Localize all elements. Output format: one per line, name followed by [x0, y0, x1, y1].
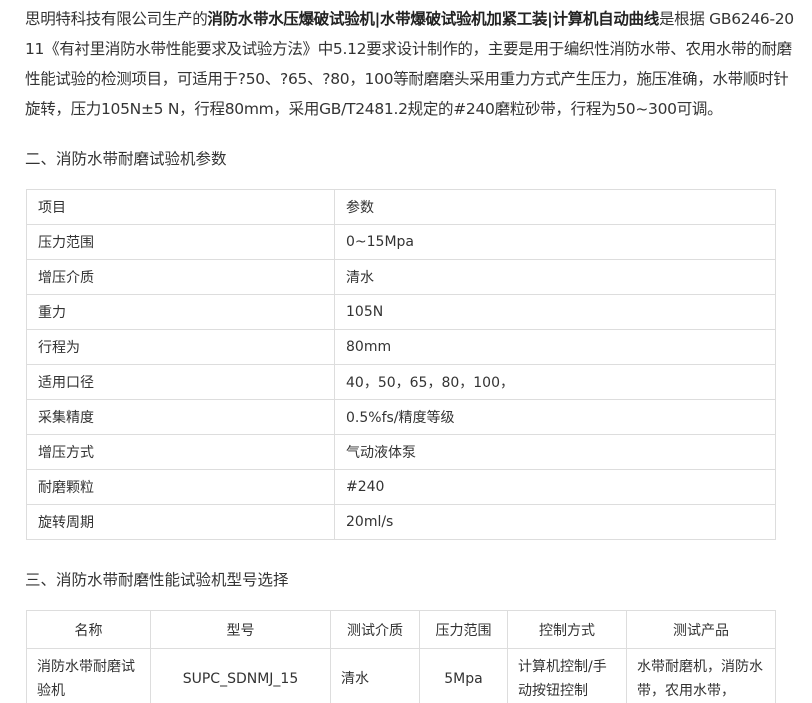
param-value: 20ml/s	[334, 504, 776, 540]
param-name: 增压介质	[26, 259, 335, 295]
param-name: 行程为	[26, 329, 335, 365]
models-header-control: 控制方式	[507, 610, 627, 649]
model-control: 计算机控制/手动按钮控制	[507, 648, 627, 703]
param-value: 0.5%fs/精度等级	[334, 399, 776, 435]
models-header-row: 名称 型号 测试介质 压力范围 控制方式 测试产品	[26, 610, 776, 649]
model-code: SUPC_SDNMJ_15	[150, 648, 331, 703]
param-value: #240	[334, 469, 776, 505]
params-row: 行程为 80mm	[26, 329, 776, 365]
params-row: 增压介质 清水	[26, 259, 776, 295]
param-name: 旋转周期	[26, 504, 335, 540]
param-name: 压力范围	[26, 224, 335, 260]
param-name: 适用口径	[26, 364, 335, 400]
models-table: 名称 型号 测试介质 压力范围 控制方式 测试产品 消防水带耐磨试验机 SUPC…	[26, 610, 776, 703]
section-title-models: 三、消防水带耐磨性能试验机型号选择	[25, 571, 289, 589]
intro-paragraph: 思明特科技有限公司生产的消防水带水压爆破试验机|水带爆破试验机加紧工装|计算机自…	[25, 4, 795, 124]
params-row: 增压方式 气动液体泵	[26, 434, 776, 470]
param-name: 增压方式	[26, 434, 335, 470]
param-name: 采集精度	[26, 399, 335, 435]
model-products: 水带耐磨机，消防水带，农用水带，	[626, 648, 776, 703]
param-name: 重力	[26, 294, 335, 330]
model-pressure: 5Mpa	[419, 648, 508, 703]
params-row: 采集精度 0.5%fs/精度等级	[26, 399, 776, 435]
models-header-model: 型号	[150, 610, 331, 649]
section-title-params: 二、消防水带耐磨试验机参数	[25, 150, 227, 168]
intro-product-title: 消防水带水压爆破试验机|水带爆破试验机加紧工装|计算机自动曲线	[207, 10, 659, 28]
param-value: 40，50，65，80，100，	[334, 364, 776, 400]
param-value: 0~15Mpa	[334, 224, 776, 260]
params-row: 适用口径 40，50，65，80，100，	[26, 364, 776, 400]
models-header-name: 名称	[26, 610, 151, 649]
params-row: 耐磨颗粒 #240	[26, 469, 776, 505]
model-name: 消防水带耐磨试验机	[26, 648, 151, 703]
intro-text-1: 思明特科技有限公司生产的	[25, 10, 208, 28]
model-medium: 清水	[330, 648, 420, 703]
param-value: 105N	[334, 294, 776, 330]
params-row: 重力 105N	[26, 294, 776, 330]
param-name: 耐磨颗粒	[26, 469, 335, 505]
models-header-pressure: 压力范围	[419, 610, 508, 649]
param-value: 气动液体泵	[334, 434, 776, 470]
params-header-item: 项目	[26, 189, 335, 225]
params-row: 压力范围 0~15Mpa	[26, 224, 776, 260]
params-header-row: 项目 参数	[26, 189, 776, 225]
param-value: 80mm	[334, 329, 776, 365]
params-table: 项目 参数 压力范围 0~15Mpa 增压介质 清水 重力 105N 行程为 8…	[26, 189, 776, 540]
models-header-medium: 测试介质	[330, 610, 420, 649]
param-value: 清水	[334, 259, 776, 295]
article-page: 思明特科技有限公司生产的消防水带水压爆破试验机|水带爆破试验机加紧工装|计算机自…	[0, 0, 812, 703]
params-row: 旋转周期 20ml/s	[26, 504, 776, 540]
models-row: 消防水带耐磨试验机 SUPC_SDNMJ_15 清水 5Mpa 计算机控制/手动…	[26, 648, 776, 703]
models-header-products: 测试产品	[626, 610, 776, 649]
params-header-value: 参数	[334, 189, 776, 225]
